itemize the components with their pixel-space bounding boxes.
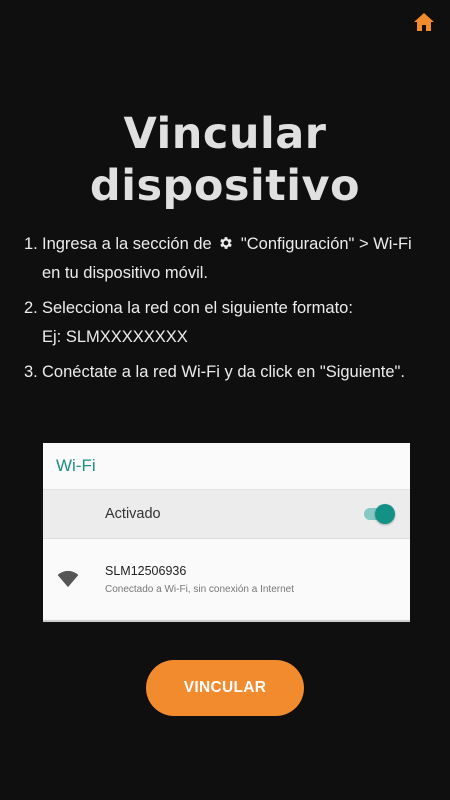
wifi-toggle-switch bbox=[364, 504, 395, 524]
step-2-number: 2. bbox=[24, 299, 38, 317]
wifi-toggle-label: Activado bbox=[105, 506, 161, 522]
step-2-text: Selecciona la red con el siguiente forma… bbox=[42, 299, 353, 317]
wifi-network-status: Conectado a Wi-Fi, sin conexión a Intern… bbox=[105, 583, 294, 595]
step-1: 1. Ingresa a la sección de "Configuració… bbox=[24, 230, 414, 288]
gear-icon bbox=[220, 237, 233, 249]
instruction-steps: 1. Ingresa a la sección de "Configuració… bbox=[24, 230, 414, 393]
step-3: 3. Conéctate a la red Wi-Fi y da click e… bbox=[24, 358, 414, 387]
wifi-header: Wi-Fi bbox=[43, 443, 410, 490]
step-2: 2. Selecciona la red con el siguiente fo… bbox=[24, 294, 414, 352]
wifi-network-name: SLM12506936 bbox=[105, 563, 187, 578]
wifi-settings-illustration: Wi-Fi Activado SLM12506936 Conectado a W… bbox=[43, 443, 410, 622]
home-button[interactable] bbox=[412, 10, 436, 34]
wifi-toggle-row: Activado bbox=[43, 490, 410, 539]
vincular-button[interactable]: VINCULAR bbox=[146, 660, 304, 716]
title-line-2: dispositivo bbox=[89, 161, 361, 211]
step-1-number: 1. bbox=[24, 235, 38, 253]
page-title: Vincular dispositivo bbox=[0, 108, 450, 212]
step-1-text-before: Ingresa a la sección de bbox=[42, 235, 212, 253]
step-3-text: Conéctate a la red Wi-Fi y da click en "… bbox=[42, 363, 405, 381]
home-icon bbox=[414, 13, 434, 31]
wifi-network-row: SLM12506936 Conectado a Wi-Fi, sin conex… bbox=[43, 539, 410, 619]
wifi-signal-icon bbox=[57, 570, 79, 588]
step-2-example: Ej: SLMXXXXXXXX bbox=[42, 328, 188, 346]
title-line-1: Vincular bbox=[123, 109, 327, 159]
step-3-number: 3. bbox=[24, 363, 38, 381]
